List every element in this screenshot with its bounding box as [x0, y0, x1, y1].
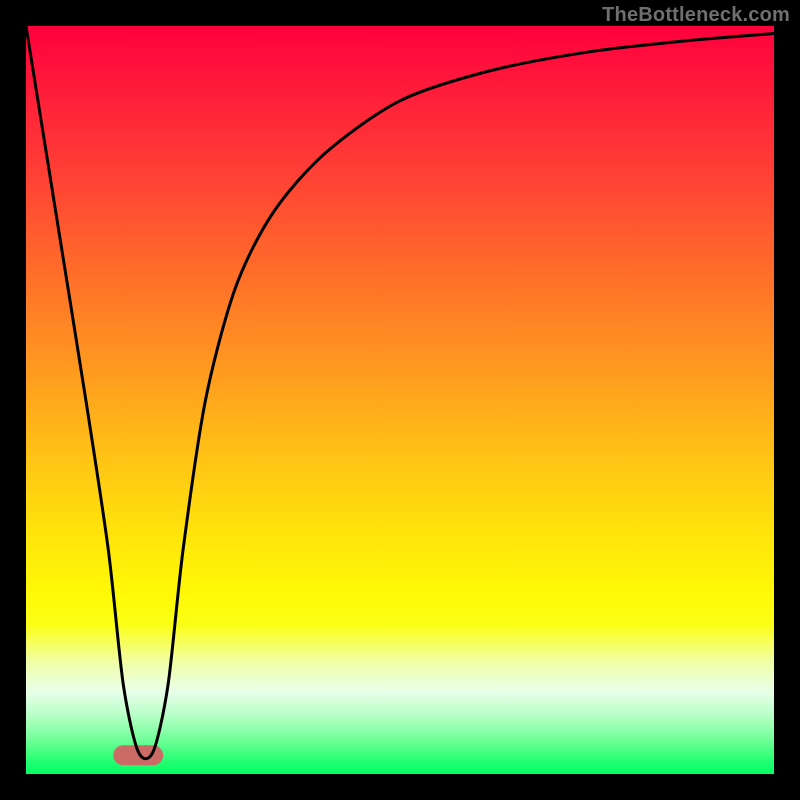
chart-frame	[26, 26, 774, 774]
bottleneck-curve	[26, 26, 774, 759]
watermark-text: TheBottleneck.com	[602, 4, 790, 27]
chart-layers	[26, 26, 774, 759]
chart-svg	[26, 26, 774, 774]
plot-area	[26, 26, 774, 774]
